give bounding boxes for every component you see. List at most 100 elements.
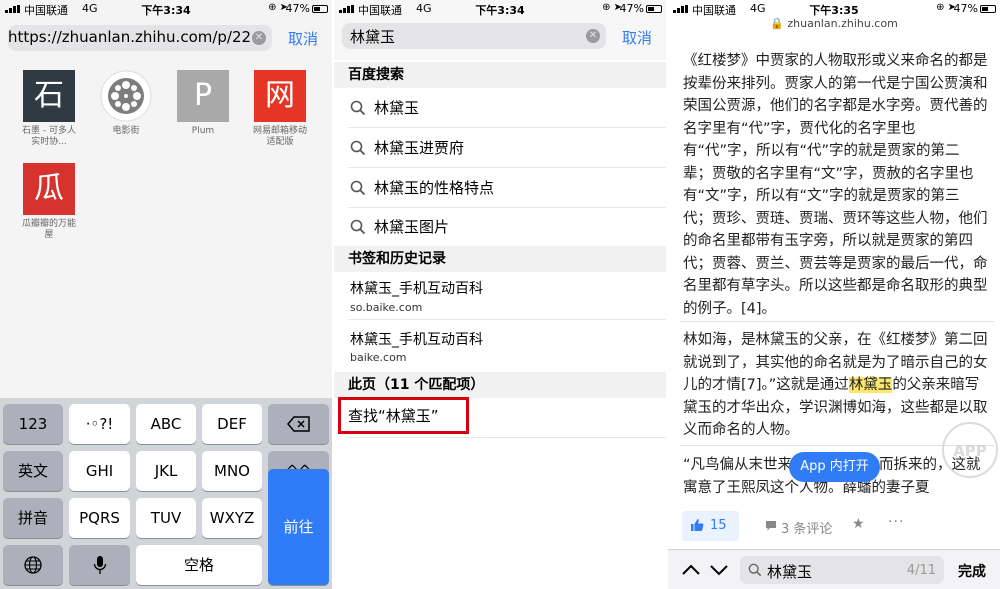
battery-icon: [646, 5, 662, 13]
search-input[interactable]: 林黛玉: [350, 26, 594, 47]
key-tuv[interactable]: TUV: [136, 498, 196, 538]
url-input[interactable]: https://zhuanlan.zhihu.com/p/2265381: [8, 28, 252, 46]
key-mno[interactable]: MNO: [202, 451, 262, 491]
favorite-item-film[interactable]: 电影街: [97, 70, 155, 137]
space-key[interactable]: 空格: [136, 545, 262, 585]
history-title: 林黛玉_手机互动百科: [350, 281, 483, 297]
page-domain[interactable]: 🔒 zhuanlan.zhihu.com: [668, 17, 1000, 30]
globe-key[interactable]: [3, 545, 63, 585]
cancel-button[interactable]: 取消: [622, 27, 652, 48]
key-wxyz[interactable]: WXYZ: [202, 498, 262, 538]
globe-icon: [24, 556, 42, 574]
suggestion-label: 林黛玉图片: [374, 218, 450, 236]
done-button[interactable]: 完成: [958, 561, 986, 581]
cancel-button[interactable]: 取消: [288, 28, 318, 49]
lock-icon: 🔒: [770, 17, 784, 30]
key-punct[interactable]: ·◦?!: [69, 404, 130, 444]
chevron-up-icon[interactable]: [680, 559, 702, 581]
suggestion-item[interactable]: 林黛玉的性格特点: [348, 168, 666, 208]
shimo-icon: 石: [23, 70, 75, 122]
plum-icon: P: [177, 70, 229, 122]
suggestion-item[interactable]: 林黛玉进贾府: [348, 128, 666, 168]
article-paragraph: 林如海，是林黛玉的父亲，在《红楼梦》第二回就说到了，其实他的命名就是为了暗示自己…: [683, 329, 988, 442]
find-in-page-bar: 林黛玉 4/11 完成: [668, 549, 1000, 589]
key-english[interactable]: 英文: [3, 451, 63, 491]
status-bar: 中国联通 4G 下午3:34 ⊕ ➤ 47%: [0, 0, 332, 18]
go-key[interactable]: 前往: [268, 469, 329, 585]
more-icon[interactable]: ···: [888, 514, 904, 530]
key-123[interactable]: 123: [3, 404, 63, 444]
favorite-item-shimo[interactable]: 石 石墨 - 可多人实时协...: [20, 70, 78, 148]
film-reel-icon: [100, 70, 152, 122]
divider: [680, 321, 994, 322]
battery-percent: 47%: [285, 2, 310, 15]
section-bookmarks-history: 书签和历史记录: [334, 246, 666, 272]
history-item[interactable]: 林黛玉_手机互动百科 so.baike.com: [348, 272, 666, 320]
comment-icon: [766, 521, 776, 531]
key-pqrs[interactable]: PQRS: [69, 498, 130, 538]
backspace-key[interactable]: [268, 404, 329, 444]
article-paragraph: 《红楼梦》中贾家的人物取形或义来命名的都是按辈份来排列。贾家人的第一代是宁国公贾…: [683, 53, 988, 317]
status-bar: 中国联通 4G 下午3:35 ⊕ ➤ 47%: [668, 0, 1000, 18]
search-bar[interactable]: 林黛玉 ✕: [342, 23, 606, 49]
battery-percent: 47%: [953, 2, 978, 15]
favorite-label: 石墨 - 可多人实时协...: [22, 126, 76, 147]
search-icon: [748, 563, 762, 577]
battery-icon: [980, 5, 996, 13]
key-pinyin[interactable]: 拼音: [3, 498, 63, 538]
search-icon: [350, 180, 366, 195]
app-solution-watermark: APP: [942, 422, 998, 478]
address-bar[interactable]: https://zhuanlan.zhihu.com/p/2265381 ✕: [8, 25, 272, 51]
open-in-app-button[interactable]: App 内打开: [789, 452, 880, 482]
favorite-label: 瓜瓣瓣的万能屋: [21, 219, 76, 240]
article-action-bar: 15 3 条评论 ★ ···: [668, 505, 1000, 549]
favorite-item-gua[interactable]: 瓜 瓜瓣瓣的万能屋: [20, 163, 78, 241]
like-button[interactable]: 15: [682, 511, 739, 541]
comments-label: 3 条评论: [781, 522, 833, 537]
search-icon: [350, 140, 366, 155]
suggestion-label: 林黛玉进贾府: [374, 139, 465, 157]
divider: [348, 437, 666, 438]
favorite-label: 网易邮箱移动适配版: [252, 126, 307, 147]
history-title: 林黛玉_手机互动百科: [350, 332, 483, 348]
search-icon: [350, 219, 366, 235]
favorite-label: 电影街: [112, 126, 140, 136]
mic-key[interactable]: [69, 545, 130, 585]
keyboard: 123 ·◦?! ABC DEF 英文 GHI JKL MNO ^^ 拼音 PQ…: [0, 398, 332, 589]
panel-safari-start: 中国联通 4G 下午3:34 ⊕ ➤ 47% https://zhuanlan.…: [0, 0, 332, 589]
key-def[interactable]: DEF: [202, 404, 262, 444]
section-on-this-page: 此页（11 个匹配项）: [334, 372, 666, 398]
search-match-highlight: 林黛玉: [848, 377, 893, 393]
search-icon: [350, 100, 366, 115]
like-count: 15: [710, 518, 727, 533]
clear-icon[interactable]: ✕: [252, 31, 266, 45]
find-input[interactable]: 林黛玉 4/11: [740, 556, 944, 584]
battery-percent: 47%: [619, 2, 644, 15]
suggestion-label: 林黛玉: [374, 99, 420, 117]
comments-button[interactable]: 3 条评论: [765, 518, 832, 537]
section-baidu-search: 百度搜索: [334, 62, 666, 88]
find-query: 林黛玉: [767, 563, 813, 581]
key-abc[interactable]: ABC: [136, 404, 196, 444]
star-icon[interactable]: ★: [852, 516, 865, 532]
highlight-annotation: [338, 397, 469, 434]
suggestion-item[interactable]: 林黛玉: [348, 88, 666, 128]
panel-article-find: 中国联通 4G 下午3:35 ⊕ ➤ 47% 🔒 zhuanlan.zhihu.…: [668, 0, 1000, 589]
key-ghi[interactable]: GHI: [69, 451, 130, 491]
battery-icon: [312, 5, 328, 13]
microphone-icon: [93, 556, 106, 574]
history-domain: so.baike.com: [350, 301, 423, 314]
favorite-item-plum[interactable]: P Plum: [174, 70, 232, 137]
suggestion-item[interactable]: 林黛玉图片: [348, 208, 666, 246]
key-jkl[interactable]: JKL: [136, 451, 196, 491]
panel-search-suggestions: 中国联通 4G 下午3:34 ⊕ ➤ 47% 林黛玉 ✕ 取消 百度搜索 林黛玉…: [334, 0, 666, 589]
history-domain: baike.com: [350, 351, 407, 364]
backspace-icon: [286, 416, 310, 432]
favorite-item-netease[interactable]: 网 网易邮箱移动适配版: [251, 70, 309, 148]
thumbs-up-icon: [691, 519, 704, 531]
clear-icon[interactable]: ✕: [586, 29, 600, 43]
domain-label: zhuanlan.zhihu.com: [787, 17, 898, 30]
history-item[interactable]: 林黛玉_手机互动百科 baike.com: [348, 320, 666, 372]
chevron-down-icon[interactable]: [708, 559, 730, 581]
netease-mail-icon: 网: [254, 70, 306, 122]
